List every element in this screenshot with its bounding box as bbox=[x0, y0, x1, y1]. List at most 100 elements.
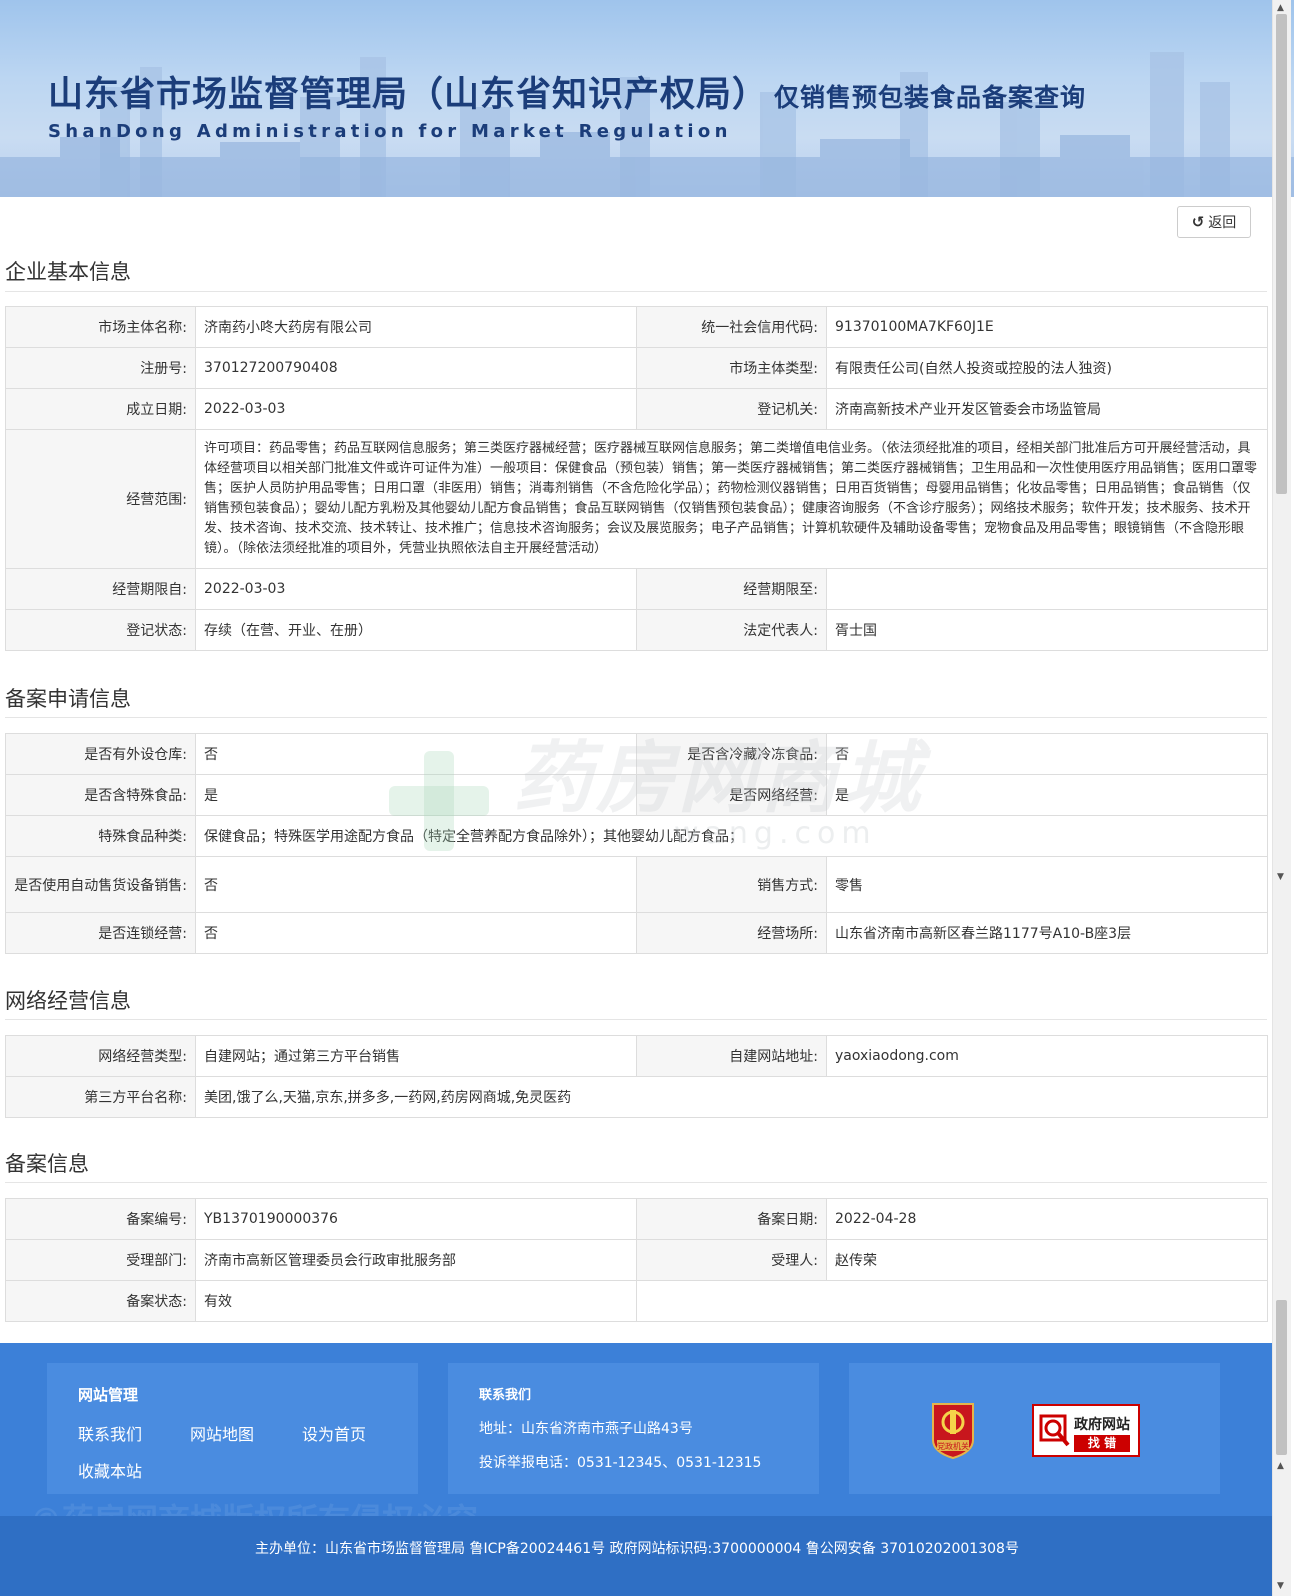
header-banner: 山东省市场监督管理局（山东省知识产权局） 仅销售预包装食品备案查询 ShanDon… bbox=[0, 0, 1294, 197]
field-label: 自建网站地址: bbox=[636, 1035, 827, 1077]
gov-badge-title: 政府网站 bbox=[1074, 1417, 1130, 1433]
table-row: 备案编号: YB1370190000376 备案日期: 2022-04-28 bbox=[5, 1198, 1268, 1240]
field-label: 是否含冷藏冷冻食品: bbox=[636, 733, 827, 775]
field-value: 2022-03-03 bbox=[195, 388, 637, 430]
table-row: 备案状态: 有效 bbox=[5, 1280, 1268, 1322]
party-emblem-icon: 党政机关 bbox=[932, 1403, 974, 1460]
field-value: 否 bbox=[195, 856, 637, 913]
field-label: 受理人: bbox=[636, 1239, 827, 1281]
vertical-scrollbar[interactable]: ▲ ▼ ▲ ▼ bbox=[1272, 0, 1291, 1596]
field-value: 山东省济南市高新区春兰路1177号A10-B座3层 bbox=[826, 912, 1268, 954]
scroll-up-arrow-icon[interactable]: ▲ bbox=[1277, 4, 1284, 13]
field-label: 法定代表人: bbox=[636, 609, 827, 651]
scroll-down-arrow-icon[interactable]: ▼ bbox=[1277, 1582, 1284, 1591]
back-button-label: 返回 bbox=[1208, 215, 1237, 231]
party-organ-badge[interactable]: 党政机关 bbox=[928, 1400, 978, 1460]
footer-bottom-text: 主办单位：山东省市场监督管理局 鲁ICP备20024461号 政府网站标识码:3… bbox=[255, 1541, 1019, 1557]
scroll-up-arrow-icon[interactable]: ▲ bbox=[1277, 1462, 1284, 1471]
field-value: 赵传荣 bbox=[826, 1239, 1268, 1281]
table-row: 网络经营类型: 自建网站；通过第三方平台销售 自建网站地址: yaoxiaodo… bbox=[5, 1035, 1268, 1077]
footer-link-bookmark[interactable]: 收藏本站 bbox=[78, 1458, 142, 1482]
section-title-basic: 企业基本信息 bbox=[5, 260, 131, 284]
footer-contact-title: 联系我们 bbox=[479, 1388, 532, 1403]
scrollbar-thumb[interactable] bbox=[1276, 14, 1287, 494]
table-row: 注册号: 370127200790408 市场主体类型: 有限责任公司(自然人投… bbox=[5, 347, 1268, 389]
gov-badge-error: 找 错 bbox=[1074, 1435, 1130, 1452]
field-label: 网络经营类型: bbox=[5, 1035, 196, 1077]
field-label: 市场主体类型: bbox=[636, 347, 827, 389]
footer-link-contact[interactable]: 联系我们 bbox=[78, 1421, 142, 1445]
footer-phone: 投诉举报电话：0531-12345、0531-12315 bbox=[479, 1455, 762, 1471]
footer-site-admin: 网站管理 联系我们 网站地图 设为首页 收藏本站 bbox=[47, 1363, 418, 1494]
title-sub: 仅销售预包装食品备案查询 bbox=[774, 83, 1087, 112]
field-value: 91370100MA7KF60J1E bbox=[826, 306, 1268, 348]
gov-site-error-report-badge[interactable]: 政府网站 找 错 bbox=[1032, 1404, 1140, 1457]
filing-apply-table: 是否有外设仓库: 否 是否含冷藏冷冻食品: 否 是否含特殊食品: 是 是否网络经… bbox=[5, 733, 1268, 954]
field-label: 注册号: bbox=[5, 347, 196, 389]
table-row: 第三方平台名称: 美团,饿了么,天猫,京东,拼多多,一药网,药房网商城,免灵医药 bbox=[5, 1076, 1268, 1118]
field-value: 济南药小咚大药房有限公司 bbox=[195, 306, 637, 348]
scroll-down-arrow-icon[interactable]: ▼ bbox=[1277, 873, 1284, 882]
field-label: 是否网络经营: bbox=[636, 774, 827, 816]
field-value bbox=[826, 568, 1268, 610]
field-label: 受理部门: bbox=[5, 1239, 196, 1281]
field-label: 成立日期: bbox=[5, 388, 196, 430]
table-row: 经营范围: 许可项目：药品零售；药品互联网信息服务；第三类医疗器械经营；医疗器械… bbox=[5, 429, 1268, 569]
party-badge-text: 党政机关 bbox=[937, 1441, 969, 1451]
empty-cell bbox=[636, 1280, 1268, 1322]
field-value: 有限责任公司(自然人投资或控股的法人独资) bbox=[826, 347, 1268, 389]
field-label: 备案日期: bbox=[636, 1198, 827, 1240]
field-value: 是 bbox=[195, 774, 637, 816]
business-scope-value: 许可项目：药品零售；药品互联网信息服务；第三类医疗器械经营；医疗器械互联网信息服… bbox=[195, 429, 1268, 569]
back-button[interactable]: ↺ 返回 bbox=[1177, 206, 1251, 238]
footer-link-sitemap[interactable]: 网站地图 bbox=[190, 1421, 254, 1445]
field-value: 济南高新技术产业开发区管委会市场监管局 bbox=[826, 388, 1268, 430]
section-divider bbox=[5, 1019, 1267, 1020]
page-title-en: ShanDong Administration for Market Regul… bbox=[48, 121, 732, 142]
field-label: 备案状态: bbox=[5, 1280, 196, 1322]
field-value: 自建网站；通过第三方平台销售 bbox=[195, 1035, 637, 1077]
field-value: 美团,饿了么,天猫,京东,拼多多,一药网,药房网商城,免灵医药 bbox=[195, 1076, 1268, 1118]
field-label: 市场主体名称: bbox=[5, 306, 196, 348]
table-row: 是否连锁经营: 否 经营场所: 山东省济南市高新区春兰路1177号A10-B座3… bbox=[5, 912, 1268, 954]
table-row: 成立日期: 2022-03-03 登记机关: 济南高新技术产业开发区管委会市场监… bbox=[5, 388, 1268, 430]
field-label: 第三方平台名称: bbox=[5, 1076, 196, 1118]
field-value: YB1370190000376 bbox=[195, 1198, 637, 1240]
field-label: 经营场所: bbox=[636, 912, 827, 954]
field-value: 零售 bbox=[826, 856, 1268, 913]
table-row: 受理部门: 济南市高新区管理委员会行政审批服务部 受理人: 赵传荣 bbox=[5, 1239, 1268, 1281]
field-label: 是否含特殊食品: bbox=[5, 774, 196, 816]
field-label: 特殊食品种类: bbox=[5, 815, 196, 857]
field-label: 是否使用自动售货设备销售: bbox=[5, 856, 196, 913]
basic-info-table: 市场主体名称: 济南药小咚大药房有限公司 统一社会信用代码: 91370100M… bbox=[5, 306, 1268, 651]
field-value: 存续（在营、开业、在册） bbox=[195, 609, 637, 651]
field-label: 备案编号: bbox=[5, 1198, 196, 1240]
field-label: 经营期限至: bbox=[636, 568, 827, 610]
table-row: 是否使用自动售货设备销售: 否 销售方式: 零售 bbox=[5, 856, 1268, 913]
section-divider bbox=[5, 291, 1267, 292]
field-label: 登记机关: bbox=[636, 388, 827, 430]
field-value: yaoxiaodong.com bbox=[826, 1035, 1268, 1077]
scrollbar-thumb-secondary[interactable] bbox=[1276, 1300, 1287, 1455]
table-row: 市场主体名称: 济南药小咚大药房有限公司 统一社会信用代码: 91370100M… bbox=[5, 306, 1268, 348]
field-value: 否 bbox=[195, 912, 637, 954]
field-value: 是 bbox=[826, 774, 1268, 816]
field-value: 有效 bbox=[195, 1280, 637, 1322]
field-label: 经营范围: bbox=[5, 429, 196, 569]
footer-site-admin-title: 网站管理 bbox=[78, 1386, 139, 1404]
footer-link-homepage[interactable]: 设为首页 bbox=[302, 1421, 366, 1445]
field-value: 保健食品；特殊医学用途配方食品（特定全营养配方食品除外）；其他婴幼儿配方食品； bbox=[195, 815, 1268, 857]
field-label: 是否连锁经营: bbox=[5, 912, 196, 954]
network-table: 网络经营类型: 自建网站；通过第三方平台销售 自建网站地址: yaoxiaodo… bbox=[5, 1035, 1268, 1118]
field-value: 胥士国 bbox=[826, 609, 1268, 651]
field-label: 是否有外设仓库: bbox=[5, 733, 196, 775]
footer-bottom-bar: 主办单位：山东省市场监督管理局 鲁ICP备20024461号 政府网站标识码:3… bbox=[0, 1516, 1274, 1596]
field-label: 销售方式: bbox=[636, 856, 827, 913]
field-label: 统一社会信用代码: bbox=[636, 306, 827, 348]
field-label: 经营期限自: bbox=[5, 568, 196, 610]
section-divider bbox=[5, 717, 1267, 718]
field-value: 否 bbox=[826, 733, 1268, 775]
field-label: 登记状态: bbox=[5, 609, 196, 651]
page-title: 山东省市场监督管理局（山东省知识产权局） 仅销售预包装食品备案查询 bbox=[48, 66, 1086, 117]
section-title-network: 网络经营信息 bbox=[5, 989, 131, 1013]
